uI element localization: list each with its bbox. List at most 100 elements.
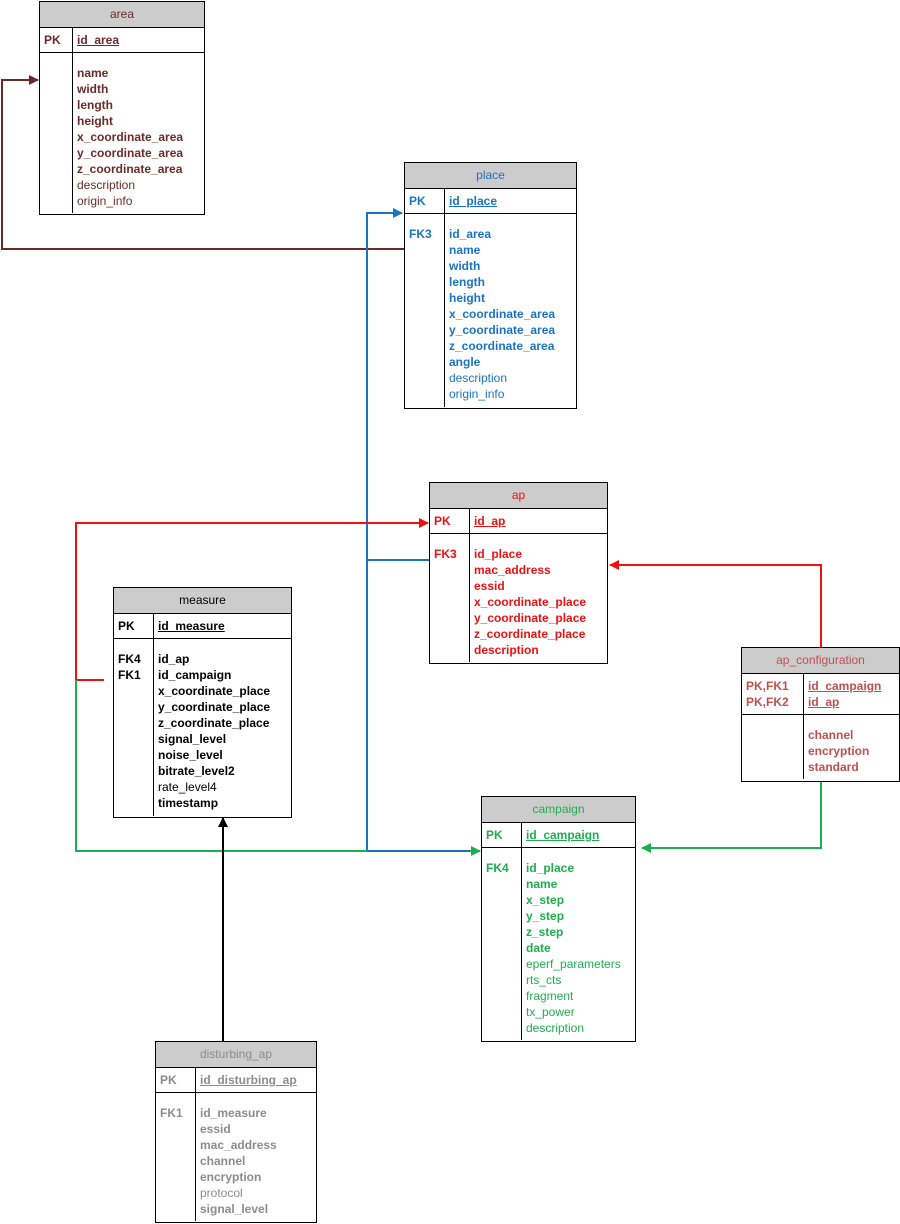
attribute-field: z_step: [526, 925, 564, 939]
attribute-field: noise_level: [158, 748, 223, 762]
attribute-field: width: [77, 82, 109, 96]
attribute-field: id_measure: [200, 1106, 267, 1120]
pk-label: PK: [405, 189, 445, 213]
attribute-fields: id_measureessid mac_addresschannel encrypt…: [196, 1093, 281, 1221]
entity-title: ap: [430, 483, 607, 509]
attribute-field: description: [449, 371, 508, 385]
connector-apconfig-campaign: [641, 782, 822, 853]
attribute-field: essid: [200, 1122, 231, 1136]
pk-label: PK,FK1 PK,FK2: [742, 674, 804, 714]
attribute-field: name: [449, 243, 481, 257]
primary-key-fields: id_area: [73, 28, 123, 52]
fk-label: FK4 FK1: [114, 639, 154, 816]
primary-key-fields: id_campaign id_ap: [804, 674, 885, 714]
attribute-field: width: [449, 259, 481, 273]
entity-ap[interactable]: ap PK id_ap FK3 id_place mac_address essid x_…: [429, 482, 608, 664]
pk-label: PK: [114, 614, 154, 638]
attribute-field: x_step: [526, 893, 565, 907]
attribute-field: length: [77, 98, 113, 112]
entity-title: measure: [114, 588, 291, 614]
attribute-field: x_coordinate_area: [449, 307, 556, 321]
entity-title: disturbing_ap: [156, 1042, 316, 1068]
primary-key-fields: id_ap: [470, 509, 509, 533]
attribute-field: description: [474, 643, 539, 657]
attribute-field: height: [449, 291, 485, 305]
attribute-field: bitrate_level2: [158, 764, 235, 778]
attribute-field: tx_power: [526, 1005, 575, 1019]
attribute-field: y_coordinate_place: [158, 700, 271, 714]
attribute-field: rts_cts: [526, 973, 562, 987]
attribute-field: id_campaign: [158, 668, 232, 682]
attribute-field: encryption: [200, 1170, 262, 1184]
attribute-field: length: [449, 275, 485, 289]
attribute-field: fragment: [526, 989, 574, 1003]
entity-place[interactable]: place PK id_place FK3 id_area name width leng…: [404, 162, 577, 409]
attribute-field: id_ap: [158, 652, 190, 666]
attribute-field: channel: [808, 728, 854, 742]
attribute-fields: channel encryption standard: [804, 715, 873, 779]
entity-title: ap_configuration: [742, 648, 899, 674]
attribute-field: standard: [808, 760, 859, 774]
fk-label: FK1: [156, 1093, 196, 1221]
attribute-field: y_coordinate_area: [449, 323, 556, 337]
connector-apconfig-ap: [609, 560, 822, 648]
attribute-field: id_place: [474, 547, 523, 561]
entity-campaign[interactable]: campaign PK id_campaign FK4 id_placename x_…: [481, 796, 636, 1042]
attribute-field: description: [77, 178, 136, 192]
attribute-field: angle: [449, 355, 481, 369]
attribute-field: height: [77, 114, 113, 128]
attribute-field: y_step: [526, 909, 565, 923]
primary-key-field: id_campaign: [526, 828, 600, 842]
attribute-field: z_coordinate_place: [474, 627, 586, 641]
attribute-fields: id_placename x_step y_step z_stepdate eperf_…: [522, 848, 625, 1040]
attribute-field: eperf_parameters: [526, 957, 621, 971]
attribute-field: z_coordinate_place: [158, 716, 270, 730]
attribute-field: z_coordinate_area: [77, 162, 183, 176]
primary-key-field: id_ap: [808, 695, 840, 709]
pk-label: PK: [430, 509, 470, 533]
fk-label: [742, 715, 804, 779]
primary-key-fields: id_disturbing_ap: [196, 1068, 301, 1092]
attribute-field: x_coordinate_place: [158, 684, 271, 698]
entity-title: place: [405, 163, 576, 189]
primary-key-field: id_measure: [158, 619, 225, 633]
attribute-field: origin_info: [77, 194, 133, 208]
attribute-fields: name width length height x_coordinate_area y_…: [73, 53, 187, 213]
primary-key-fields: id_campaign: [522, 823, 603, 847]
attribute-field: name: [77, 66, 109, 80]
fk-label: FK4: [482, 848, 522, 1040]
attribute-fields: id_area name width length height x_coordinate…: [445, 214, 559, 407]
attribute-field: timestamp: [158, 796, 219, 810]
attribute-field: description: [526, 1021, 585, 1035]
attribute-field: encryption: [808, 744, 870, 758]
attribute-field: id_place: [526, 861, 575, 875]
primary-key-fields: id_measure: [154, 614, 229, 638]
attribute-field: y_coordinate_area: [77, 146, 184, 160]
entity-title: campaign: [482, 797, 635, 823]
primary-key-fields: id_place: [445, 189, 501, 213]
attribute-field: signal_level: [158, 732, 227, 746]
attribute-field: x_coordinate_area: [77, 130, 184, 144]
primary-key-field: id_ap: [474, 514, 506, 528]
entity-ap-configuration[interactable]: ap_configuration PK,FK1 PK,FK2 id_campaig…: [741, 647, 900, 782]
attribute-fields: id_place mac_address essid x_coordinate_pla…: [470, 534, 590, 662]
entity-measure[interactable]: measure PK id_measure FK4 FK1 id_ap id_camp…: [113, 587, 292, 818]
attribute-field: z_coordinate_area: [449, 339, 555, 353]
attribute-field: signal_level: [200, 1202, 269, 1216]
pk-label: PK: [40, 28, 73, 52]
pk-label: PK: [156, 1068, 196, 1092]
attribute-field: mac_address: [474, 563, 551, 577]
primary-key-field: id_disturbing_ap: [200, 1073, 297, 1087]
attribute-field: date: [526, 941, 551, 955]
attribute-field: y_coordinate_place: [474, 611, 587, 625]
attribute-field: channel: [200, 1154, 246, 1168]
entity-area[interactable]: area PK id_area name width length height x_co…: [39, 1, 205, 215]
attribute-field: name: [526, 877, 558, 891]
attribute-field: mac_address: [200, 1138, 277, 1152]
pk-label: PK: [482, 823, 522, 847]
fk-label: FK3: [405, 214, 445, 407]
attribute-field: protocol: [200, 1186, 243, 1200]
entity-disturbing-ap[interactable]: disturbing_ap PK id_disturbing_ap FK1 id_m…: [155, 1041, 317, 1223]
fk-label: [40, 53, 73, 213]
primary-key-field: id_campaign: [808, 679, 882, 693]
